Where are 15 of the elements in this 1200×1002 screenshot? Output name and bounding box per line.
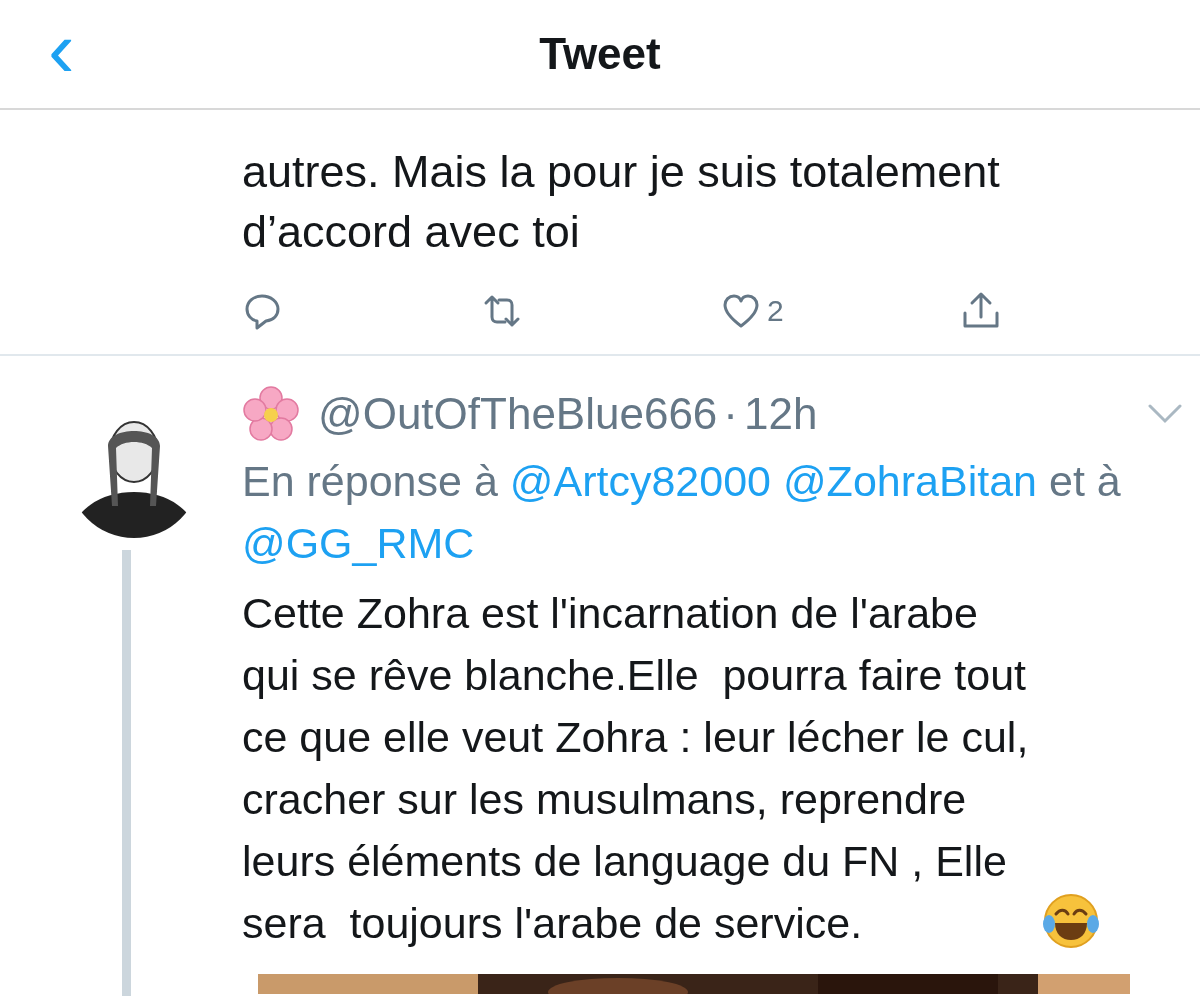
tears-of-joy-emoji-icon [1042,892,1101,950]
mention-link[interactable]: @ZohraBitan [782,450,1037,512]
reply-label: et à [1048,456,1121,507]
screen-title: Tweet [539,29,661,79]
flower-icon [242,385,300,443]
separator-dot: · [723,389,738,439]
mention-link[interactable]: @GG_RMC [242,512,475,574]
like-count: 2 [767,294,784,328]
tweet-time: 12h [744,389,818,439]
mention-link[interactable]: @Artcy82000 [509,450,771,512]
tweet-text: autres. Mais la pour je suis totalement d’accord avec toi [242,145,1001,258]
tweet-text: Cette Zohra est l'incarnation de l'arabe qui se rêve blanche.Elle pourra faire tout ce que elle veut Zohra : leur lécher le cul, cracher sur les musulmans, reprendre leurs éléments de language du FN , Elle sera toujours l'arabe de service. [242,588,1029,949]
user-handle: @OutOfTheBlue666 [318,389,718,439]
reply-label: En réponse à [242,456,498,507]
back-button[interactable]: ‹ [48,10,75,90]
